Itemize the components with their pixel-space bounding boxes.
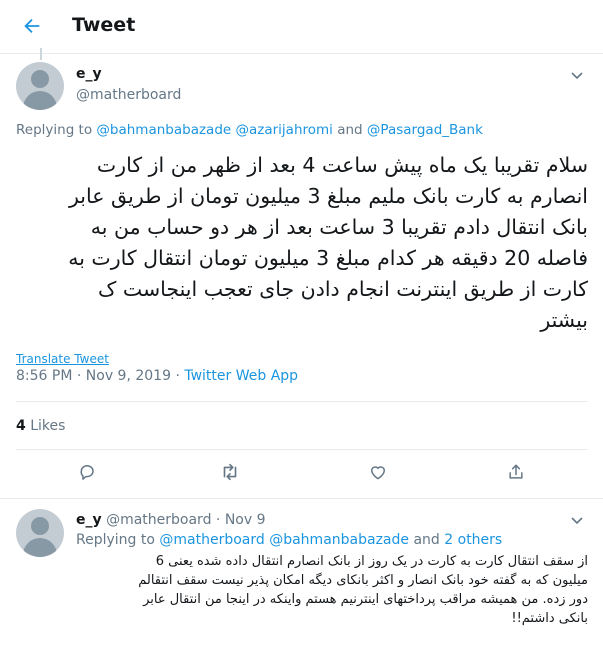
heart-icon (371, 466, 385, 480)
reply-text-line: بانکی داشتم!! (511, 611, 588, 626)
reply-text: از سقف انتقال کارت به کارت در یک روز از … (76, 552, 588, 628)
arrow-left-icon (24, 18, 40, 34)
mention-link[interactable]: @bahmanbabazade (96, 122, 231, 138)
replying-prefix: Replying to (76, 532, 160, 548)
tweet-text-line: کارت از طریق اینترنت انجام دادن جای تعجب… (97, 277, 588, 301)
reply-author-name[interactable]: e_y (76, 512, 102, 528)
reply-header: e_y @matherboard · Nov 9 (76, 512, 266, 528)
thread-connector-line (40, 48, 42, 60)
reply-text-line: دور زده. من همیشه مراقب پرداختهای اینترن… (143, 592, 588, 607)
replying-to: Replying to @bahmanbabazade @azarijahrom… (16, 122, 483, 138)
mention-and: and (332, 122, 367, 138)
tweet-text-line: بانک انتقال دادم تقریبا 3 ساعت بعد از هر… (90, 215, 588, 239)
author-name[interactable]: e_y (76, 66, 102, 82)
header: Tweet (0, 0, 603, 54)
avatar[interactable] (16, 62, 64, 110)
reply-avatar[interactable] (16, 509, 64, 557)
reply-text-line: از سقف انتقال کارت به کارت در یک روز از … (155, 554, 588, 569)
tweet-text-line: بیشتر (540, 308, 588, 332)
mention-link[interactable]: @azarijahromi (236, 122, 333, 138)
meta-separator: · (171, 368, 185, 384)
chevron-down-icon[interactable] (569, 512, 585, 528)
reply-date[interactable]: Nov 9 (225, 512, 266, 528)
share-icon (509, 464, 523, 479)
mention-link[interactable]: @matherboard @bahmanbabazade (159, 532, 409, 548)
tweet-date[interactable]: Nov 9, 2019 (86, 368, 171, 384)
share-button[interactable] (504, 460, 528, 484)
retweet-icon (223, 463, 237, 481)
divider (16, 401, 588, 402)
tweet-source[interactable]: Twitter Web App (184, 368, 298, 384)
divider (0, 498, 603, 499)
tweet-text-line: سلام تقریبا یک ماه پیش ساعت 4 بعد از ظهر… (96, 153, 588, 177)
page-title: Tweet (72, 14, 136, 36)
tweet-text-line: فاصله 20 دقیقه هر کدام مبلغ 3 میلیون توم… (68, 246, 588, 270)
tweet-time[interactable]: 8:56 PM (16, 368, 72, 384)
translate-tweet-link[interactable]: Translate Tweet (16, 352, 109, 366)
reply-button[interactable] (76, 460, 100, 484)
reply-replying-to: Replying to @matherboard @bahmanbabazade… (76, 532, 502, 548)
mention-and: and (409, 532, 445, 548)
others-link[interactable]: 2 others (444, 532, 502, 548)
retweet-button[interactable] (218, 460, 242, 484)
tweet-page: Tweet e_y @matherboard Replying to @bahm… (0, 0, 603, 656)
reply-author-handle[interactable]: @matherboard (106, 512, 211, 528)
back-button[interactable] (16, 10, 48, 42)
likes-count[interactable]: 4 Likes (16, 418, 65, 434)
tweet-text: سلام تقریبا یک ماه پیش ساعت 4 بعد از ظهر… (16, 150, 588, 336)
reply-text-line: میلیون که به گفته خود بانک انصار و اکثر … (138, 573, 588, 588)
likes-number: 4 (16, 418, 26, 434)
tweet-actions (16, 460, 588, 490)
meta-separator: · (72, 368, 86, 384)
author-handle[interactable]: @matherboard (76, 87, 181, 103)
tweet-meta: 8:56 PM · Nov 9, 2019 · Twitter Web App (16, 368, 298, 384)
reply-icon (80, 465, 94, 480)
mention-link[interactable]: @Pasargad_Bank (367, 122, 483, 138)
likes-label: Likes (30, 418, 66, 434)
chevron-down-icon[interactable] (569, 67, 585, 83)
tweet-text-line: انصارم به کارت بانک ملیم مبلغ 3 میلیون ت… (69, 184, 588, 208)
divider (16, 449, 588, 450)
like-button[interactable] (366, 460, 390, 484)
replying-prefix: Replying to (16, 122, 97, 138)
